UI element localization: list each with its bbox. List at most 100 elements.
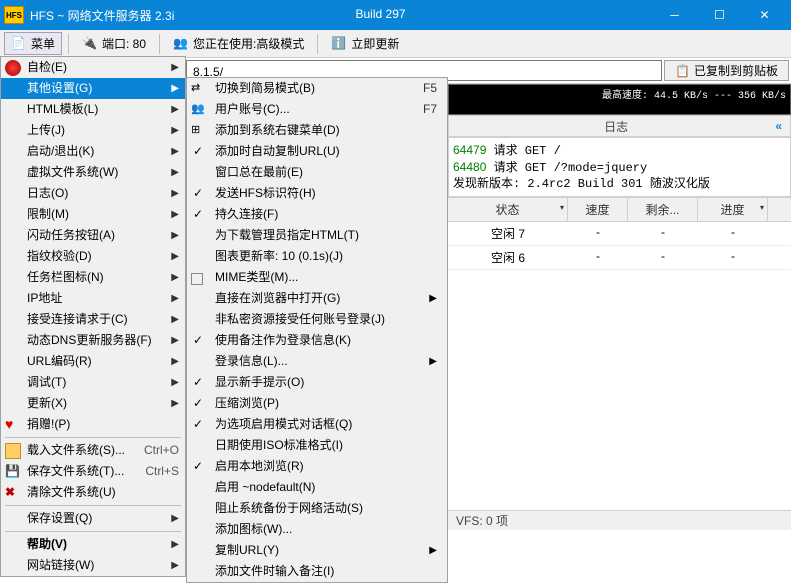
chevron-right-icon: ▶ [429,291,437,306]
connections-table: 状态▾速度剩余...进度▾ 空闲 7---空闲 6--- [448,197,791,270]
table-row[interactable]: 空闲 7--- [448,222,791,246]
menu-item[interactable]: 接受连接请求于(C)▶ [1,309,185,330]
update-button[interactable]: ℹ️ 立即更新 [324,32,406,55]
window-title: HFS ~ 网络文件服务器 2.3i [30,7,174,24]
submenu-item[interactable]: ✓发送HFS标识符(H) [187,183,447,204]
menu-item[interactable]: 启动/退出(K)▶ [1,141,185,162]
submenu-item[interactable]: 复制URL(Y)▶ [187,540,447,561]
other-settings-submenu: ⇄切换到简易模式(B)F5👥用户账号(C)...F7⊞添加到系统右键菜单(D)✓… [186,77,448,583]
column-header[interactable]: 剩余... [628,198,698,221]
submenu-item[interactable]: ✓显示新手提示(O) [187,372,447,393]
swap-icon: ⇄ [191,81,207,97]
info-icon: ℹ️ [331,36,347,52]
check-icon: ✓ [193,396,203,411]
submenu-item[interactable]: ✓添加时自动复制URL(U) [187,141,447,162]
menu-item[interactable]: 日志(O)▶ [1,183,185,204]
sort-icon: ▾ [560,203,564,212]
chevron-right-icon: ▶ [171,123,179,138]
submenu-item[interactable]: 登录信息(L)...▶ [187,351,447,372]
menu-icon: 📄 [11,36,27,52]
chevron-right-icon: ▶ [429,354,437,369]
title-bar: HFS HFS ~ 网络文件服务器 2.3i Build 297 ─ ☐ ✕ [0,0,791,30]
menu-item[interactable]: 保存设置(Q)▶ [1,508,185,529]
menu-item[interactable]: 虚拟文件系统(W)▶ [1,162,185,183]
vfs-status: VFS: 0 项 [456,512,508,529]
menu-item[interactable]: 其他设置(G)▶ [1,78,185,99]
submenu-item[interactable]: ✓启用本地浏览(R) [187,456,447,477]
submenu-item[interactable]: 图表更新率: 10 (0.1s)(J) [187,246,447,267]
menu-button[interactable]: 📄 菜单 [4,32,62,55]
submenu-item[interactable]: ✓使用备注作为登录信息(K) [187,330,447,351]
check-icon: ✓ [193,186,203,201]
chevron-right-icon: ▶ [171,144,179,159]
check-icon: ✓ [193,417,203,432]
menu-item[interactable]: URL编码(R)▶ [1,351,185,372]
submenu-item[interactable]: 窗口总在最前(E) [187,162,447,183]
menu-item[interactable]: 指纹校验(D)▶ [1,246,185,267]
heart-icon: ♥ [5,417,21,433]
menu-item[interactable]: 💾保存文件系统(T)...Ctrl+S [1,461,185,482]
column-header[interactable]: 速度 [568,198,628,221]
port-button[interactable]: 🔌 端口: 80 [75,32,153,55]
menu-item[interactable]: 更新(X)▶ [1,393,185,414]
column-header[interactable]: 状态▾ [448,198,568,221]
update-label: 立即更新 [351,35,399,52]
submenu-item[interactable]: 阻止系统备份于网络活动(S) [187,498,447,519]
submenu-item[interactable]: 添加文件时输入备注(I) [187,561,447,582]
log-body[interactable]: 64479 请求 GET / 64480 请求 GET /?mode=jquer… [448,137,791,197]
chevron-right-icon: ▶ [171,396,179,411]
submenu-item[interactable]: 启用 ~nodefault(N) [187,477,447,498]
menu-item[interactable]: 载入文件系统(S)...Ctrl+O [1,440,185,461]
submenu-item[interactable]: ⊞添加到系统右键菜单(D) [187,120,447,141]
chevron-right-icon: ▶ [429,543,437,558]
menu-item[interactable]: 调试(T)▶ [1,372,185,393]
submenu-item[interactable]: MIME类型(M)... [187,267,447,288]
submenu-item[interactable]: ✓为选项启用模式对话框(Q) [187,414,447,435]
menu-item[interactable]: ♥捐赠!(P) [1,414,185,435]
close-button[interactable]: ✕ [742,0,787,30]
submenu-item[interactable]: 日期使用ISO标准格式(I) [187,435,447,456]
check-icon: ✓ [193,375,203,390]
menu-item[interactable]: ✖清除文件系统(U) [1,482,185,503]
menu-item[interactable]: 上传(J)▶ [1,120,185,141]
chevron-right-icon: ▶ [171,228,179,243]
box-icon [191,273,203,285]
toolbar: 📄 菜单 🔌 端口: 80 👥 您正在使用:高级模式 ℹ️ 立即更新 [0,30,791,58]
submenu-item[interactable]: 为下载管理员指定HTML(T) [187,225,447,246]
port-label: 端口: 80 [102,35,146,52]
check-icon: ✓ [193,459,203,474]
disk-icon: 💾 [5,464,21,480]
mode-label: 您正在使用:高级模式 [193,35,304,52]
chevron-right-icon: ▶ [171,312,179,327]
submenu-item[interactable]: 直接在浏览器中打开(G)▶ [187,288,447,309]
chevron-right-icon: ▶ [171,249,179,264]
column-header[interactable]: 进度▾ [698,198,768,221]
collapse-log-icon[interactable]: « [775,119,782,133]
menu-item[interactable]: HTML模板(L)▶ [1,99,185,120]
menu-item[interactable]: 闪动任务按钮(A)▶ [1,225,185,246]
submenu-item[interactable]: 非私密资源接受任何账号登录(J) [187,309,447,330]
maximize-button[interactable]: ☐ [697,0,742,30]
chevron-right-icon: ▶ [171,102,179,117]
chevron-right-icon: ▶ [171,81,179,96]
mode-button[interactable]: 👥 您正在使用:高级模式 [166,32,311,55]
menu-item[interactable]: 网站链接(W)▶ [1,555,185,576]
submenu-item[interactable]: 👥用户账号(C)...F7 [187,99,447,120]
table-row[interactable]: 空闲 6--- [448,246,791,270]
submenu-item[interactable]: ⇄切换到简易模式(B)F5 [187,78,447,99]
copy-url-button[interactable]: 📋 已复制到剪贴板 [664,60,789,81]
menu-item[interactable]: 自检(E)▶ [1,57,185,78]
menu-item[interactable]: 限制(M)▶ [1,204,185,225]
menu-item[interactable]: 动态DNS更新服务器(F)▶ [1,330,185,351]
menu-item[interactable]: 任务栏图标(N)▶ [1,267,185,288]
port-icon: 🔌 [82,36,98,52]
chevron-right-icon: ▶ [171,60,179,75]
submenu-item[interactable]: ✓持久连接(F) [187,204,447,225]
x-icon: ✖ [5,485,21,501]
chevron-right-icon: ▶ [171,511,179,526]
menu-item[interactable]: 帮助(V)▶ [1,534,185,555]
submenu-item[interactable]: ✓压缩浏览(P) [187,393,447,414]
menu-item[interactable]: IP地址▶ [1,288,185,309]
minimize-button[interactable]: ─ [652,0,697,30]
sort-icon: ▾ [760,203,764,212]
